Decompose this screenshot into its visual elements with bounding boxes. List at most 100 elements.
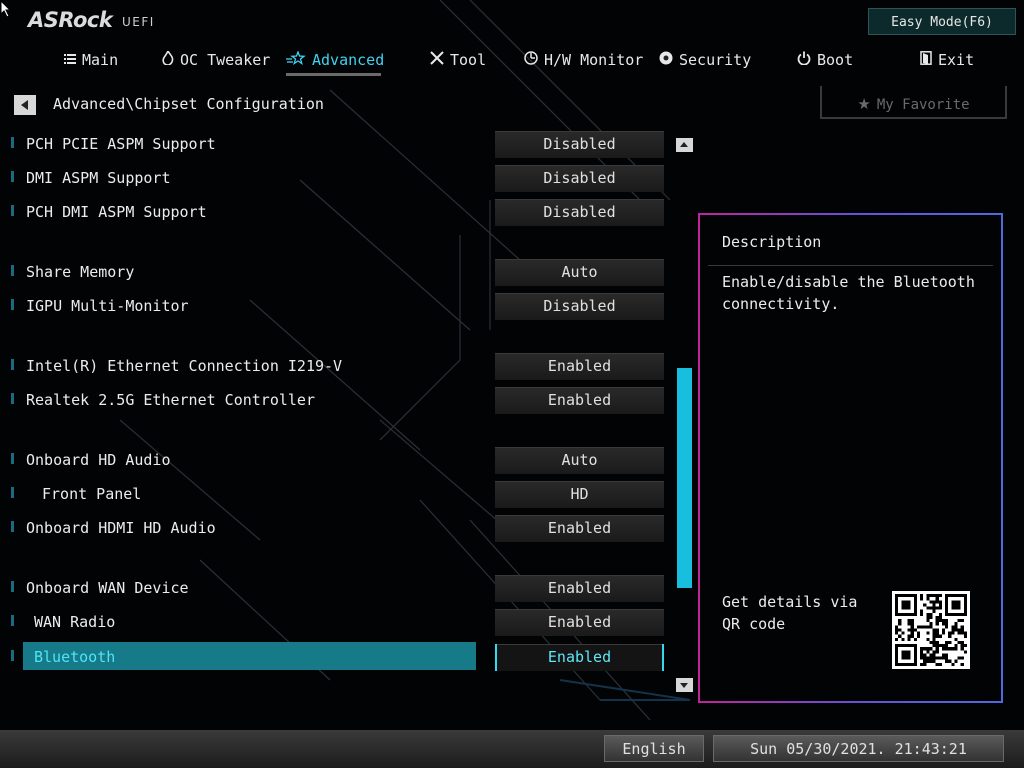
setting-row-front-panel[interactable]: Front Panel HD [0,479,670,509]
tab-oc-tweaker[interactable]: OC Tweaker [162,48,270,76]
setting-value-dropdown[interactable]: Disabled [495,199,664,226]
tab-main-label: Main [82,51,119,69]
setting-label: Bluetooth [34,648,116,666]
top-nav: Main OC Tweaker Advanced Tool H/W Monito… [0,48,1024,76]
setting-value-dropdown[interactable]: Enabled [495,644,664,671]
setting-value-dropdown[interactable]: Auto [495,447,664,474]
scrollbar-thumb[interactable] [677,368,692,588]
setting-label: Onboard HDMI HD Audio [26,519,216,537]
power-icon [797,48,811,72]
setting-row-onboard-hdmi-hd-audio[interactable]: Onboard HDMI HD Audio Enabled [0,513,670,543]
setting-row-pch-dmi-aspm[interactable]: PCH DMI ASPM Support Disabled [0,197,670,227]
setting-value-dropdown[interactable]: Enabled [495,387,664,414]
setting-row-share-memory[interactable]: Share Memory Auto [0,257,670,287]
tab-security[interactable]: Security [659,48,751,76]
tab-security-label: Security [679,51,752,69]
row-marker [11,205,14,216]
tab-boot[interactable]: Boot [797,48,853,76]
easy-mode-button[interactable]: Easy Mode(F6) [868,8,1016,35]
qr-code-image [892,591,970,669]
asrock-logo: ASRock [28,8,113,32]
setting-label: Front Panel [42,485,142,503]
row-marker [11,359,14,370]
row-marker [11,137,14,148]
tab-boot-label: Boot [817,51,854,69]
footer-bar: English Sun 05/30/2021. 21:43:21 [0,730,1024,768]
settings-scrollbar[interactable] [676,136,693,694]
breadcrumb: Advanced\Chipset Configuration [53,95,324,113]
row-marker [11,615,14,626]
row-marker [11,581,14,592]
setting-label: Intel(R) Ethernet Connection I219-V [26,357,343,375]
tab-oc-tweaker-label: OC Tweaker [180,51,271,69]
monitor-dial-icon [524,48,538,72]
tab-tool-label: Tool [450,51,487,69]
setting-label: Onboard WAN Device [26,579,189,597]
setting-row-onboard-wan-device[interactable]: Onboard WAN Device Enabled [0,573,670,603]
active-tab-underline [286,73,381,76]
my-favorite-button[interactable]: ★ My Favorite [820,86,1007,119]
setting-value-dropdown[interactable]: HD [495,481,664,508]
scroll-up-arrow-icon[interactable] [676,138,693,152]
row-marker [11,521,14,532]
scroll-down-arrow-icon[interactable] [676,678,693,692]
row-marker [11,299,14,310]
setting-value-dropdown[interactable]: Disabled [495,165,664,192]
setting-row-wan-radio[interactable]: WAN Radio Enabled [0,607,670,637]
setting-row-bluetooth[interactable]: Bluetooth Enabled [0,642,670,672]
setting-row-dmi-aspm[interactable]: DMI ASPM Support Disabled [0,163,670,193]
setting-label: WAN Radio [34,613,116,631]
description-divider [708,265,993,266]
row-marker [11,487,14,498]
tab-main[interactable]: Main [64,48,118,76]
setting-value-dropdown[interactable]: Disabled [495,293,664,320]
setting-row-igpu-multi-monitor[interactable]: IGPU Multi-Monitor Disabled [0,291,670,321]
tab-tool[interactable]: Tool [430,48,486,76]
row-marker [11,171,14,182]
setting-value-dropdown[interactable]: Enabled [495,609,664,636]
setting-value-dropdown[interactable]: Disabled [495,131,664,158]
bios-screen: ASRock UEFI Easy Mode(F6) Main OC Tweake… [0,0,1024,768]
description-text: Enable/disable the Bluetooth connectivit… [722,273,975,313]
mouse-cursor-icon [0,0,12,18]
setting-label: Share Memory [26,263,135,281]
setting-label: PCH PCIE ASPM Support [26,135,216,153]
setting-label: PCH DMI ASPM Support [26,203,207,221]
tab-exit-label: Exit [938,51,975,69]
tab-advanced-label: Advanced [312,51,385,69]
tab-hw-monitor-label: H/W Monitor [544,51,644,69]
setting-row-pch-pcie-aspm[interactable]: PCH PCIE ASPM Support Disabled [0,129,670,159]
tools-icon [430,48,444,72]
list-icon [64,48,76,72]
setting-label: Onboard HD Audio [26,451,171,469]
setting-label: Realtek 2.5G Ethernet Controller [26,391,315,409]
star-icon [286,48,306,72]
setting-label: DMI ASPM Support [26,169,171,187]
row-marker [11,650,14,661]
system-datetime: Sun 05/30/2021. 21:43:21 [713,735,1004,762]
setting-label: IGPU Multi-Monitor [26,297,189,315]
setting-value-dropdown[interactable]: Enabled [495,575,664,602]
qr-details-text: Get details via QR code [722,593,858,633]
setting-row-onboard-hd-audio[interactable]: Onboard HD Audio Auto [0,445,670,475]
row-marker [11,393,14,404]
setting-row-realtek-ethernet[interactable]: Realtek 2.5G Ethernet Controller Enabled [0,385,670,415]
row-marker [11,453,14,464]
flame-icon [162,48,174,72]
my-favorite-label: My Favorite [876,97,970,113]
back-button[interactable] [14,95,36,115]
setting-row-intel-ethernet[interactable]: Intel(R) Ethernet Connection I219-V Enab… [0,351,670,381]
setting-value-dropdown[interactable]: Enabled [495,353,664,380]
setting-value-dropdown[interactable]: Auto [495,259,664,286]
description-title: Description [722,233,822,251]
tab-advanced[interactable]: Advanced [286,48,385,76]
row-marker [11,265,14,276]
uefi-logo-text: UEFI [122,15,155,29]
exit-door-icon [920,48,932,72]
shield-gear-icon [659,48,673,72]
language-button[interactable]: English [604,735,704,762]
favorite-star-icon: ★ [857,95,871,113]
tab-exit[interactable]: Exit [920,48,974,76]
tab-hw-monitor[interactable]: H/W Monitor [524,48,643,76]
setting-value-dropdown[interactable]: Enabled [495,515,664,542]
